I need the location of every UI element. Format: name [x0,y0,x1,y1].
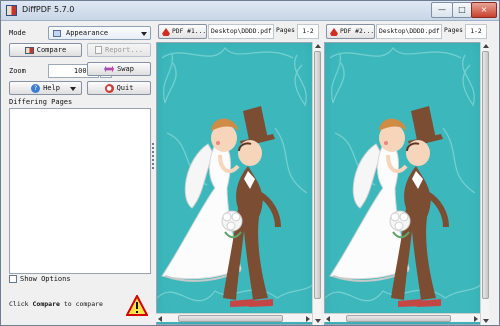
splitter-dot [152,143,154,145]
pdf-icon [330,28,338,36]
splitter-dot [152,155,154,157]
scroll-left-icon[interactable] [326,316,330,322]
pdf-1-button-label: PDF #1... [172,28,207,35]
pdf-1-pages-field[interactable]: 1-2 [297,24,319,39]
scroll-down-icon[interactable] [315,319,321,323]
warning-icon [126,295,148,316]
status-suffix: to compare [63,300,103,308]
zoom-label: Zoom [9,67,26,75]
splitter-dot [152,163,154,165]
scroll-down-icon[interactable] [483,319,489,323]
scroll-up-icon[interactable] [483,44,489,48]
diffpdf-window: DiffPDF 5.7.0 — □ × Mode Appearance Comp… [0,0,500,326]
title-bar: DiffPDF 5.7.0 — □ × [1,1,499,21]
groom-figure [223,106,281,307]
choose-pdf-2-button[interactable]: PDF #2... [326,24,375,39]
bride-figure [161,118,242,282]
compare-button[interactable]: Compare [9,43,82,57]
splitter-dot [152,167,154,169]
pdf-2-vertical-scroll-thumb[interactable] [482,51,489,299]
pdf-panel-1: PDF #1... Desktop\DDDD.pdf Pages 1-2 [156,22,321,325]
splitter-dot [152,147,154,149]
chevron-down-icon [141,32,147,36]
controls-panel: Mode Appearance Compare Report... Zoom 1… [5,23,155,323]
pdf-icon [162,28,170,36]
pdf-2-controls: PDF #2... Desktop\DDDD.pdf Pages 1-2 [324,24,489,39]
pdf-2-page-image [325,43,481,324]
appearance-icon [53,30,61,37]
scroll-left-icon[interactable] [158,316,162,322]
choose-pdf-1-button[interactable]: PDF #1... [158,24,207,39]
status-area: Click Compare to compare [5,288,155,322]
show-options-checkbox[interactable] [9,275,17,283]
close-button[interactable]: × [471,2,497,18]
report-icon [95,46,103,54]
scroll-up-icon[interactable] [315,44,321,48]
pdf-1-viewer[interactable] [156,42,314,325]
minimize-button[interactable]: — [431,2,453,18]
pdf-1-vertical-scroll-thumb[interactable] [314,51,321,299]
differing-pages-label: Differing Pages [9,98,73,106]
mode-selected-value: Appearance [66,29,109,37]
pdf-1-controls: PDF #1... Desktop\DDDD.pdf Pages 1-2 [156,24,321,39]
panel-splitter[interactable] [151,23,155,323]
diffpdf-logo-icon [6,5,17,16]
pdf-1-horizontal-scrollbar[interactable] [156,313,312,322]
pdf-1-horizontal-scroll-thumb[interactable] [178,315,283,322]
pdf-1-vertical-scrollbar[interactable] [312,42,321,325]
pdf-2-viewer[interactable] [324,42,482,325]
quit-icon: ● [104,83,114,93]
pdf-1-pages-label: Pages [276,27,295,34]
help-button[interactable]: ? Help [9,81,82,95]
scroll-right-icon[interactable] [306,316,310,322]
window-title: DiffPDF 5.7.0 [22,5,75,14]
status-emphasis: Compare [32,300,60,308]
mode-select[interactable]: Appearance [48,26,151,40]
pdf-2-path-field[interactable]: Desktop\DDDD.pdf [376,24,442,39]
bride-figure [329,118,410,282]
report-button-label: Report... [105,46,143,54]
differing-pages-list[interactable] [9,108,151,274]
quit-button[interactable]: ● Quit [87,81,151,95]
splitter-dot [152,159,154,161]
pdf-1-path-field[interactable]: Desktop\DDDD.pdf [208,24,274,39]
swap-icon [104,65,115,73]
pdf-2-pages-label: Pages [444,27,463,34]
bouquet-figure [221,210,243,239]
show-options-label: Show Options [20,275,71,283]
pdf-1-page-image [157,43,313,324]
groom-figure [391,106,449,307]
bouquet-figure [389,210,411,239]
quit-button-label: Quit [116,84,134,92]
help-icon: ? [31,83,41,93]
splitter-dot [152,151,154,153]
pdf-2-vertical-scrollbar[interactable] [480,42,489,325]
swap-button[interactable]: Swap [87,62,151,76]
report-button[interactable]: Report... [87,43,151,57]
pdf-2-pages-field[interactable]: 1-2 [465,24,487,39]
scroll-right-icon[interactable] [474,316,478,322]
status-message: Click Compare to compare [9,300,103,308]
swap-button-label: Swap [117,65,134,73]
help-button-label: Help [43,84,60,92]
status-prefix: Click [9,300,29,308]
pdf-2-button-label: PDF #2... [340,28,375,35]
compare-icon [24,46,34,54]
help-dropdown-icon [70,87,76,91]
pdf-panel-2: PDF #2... Desktop\DDDD.pdf Pages 1-2 [324,22,489,325]
maximize-button[interactable]: □ [452,2,472,18]
pdf-2-horizontal-scroll-thumb[interactable] [346,315,451,322]
pdf-2-horizontal-scrollbar[interactable] [324,313,480,322]
compare-button-label: Compare [36,46,67,54]
mode-label: Mode [9,29,26,37]
